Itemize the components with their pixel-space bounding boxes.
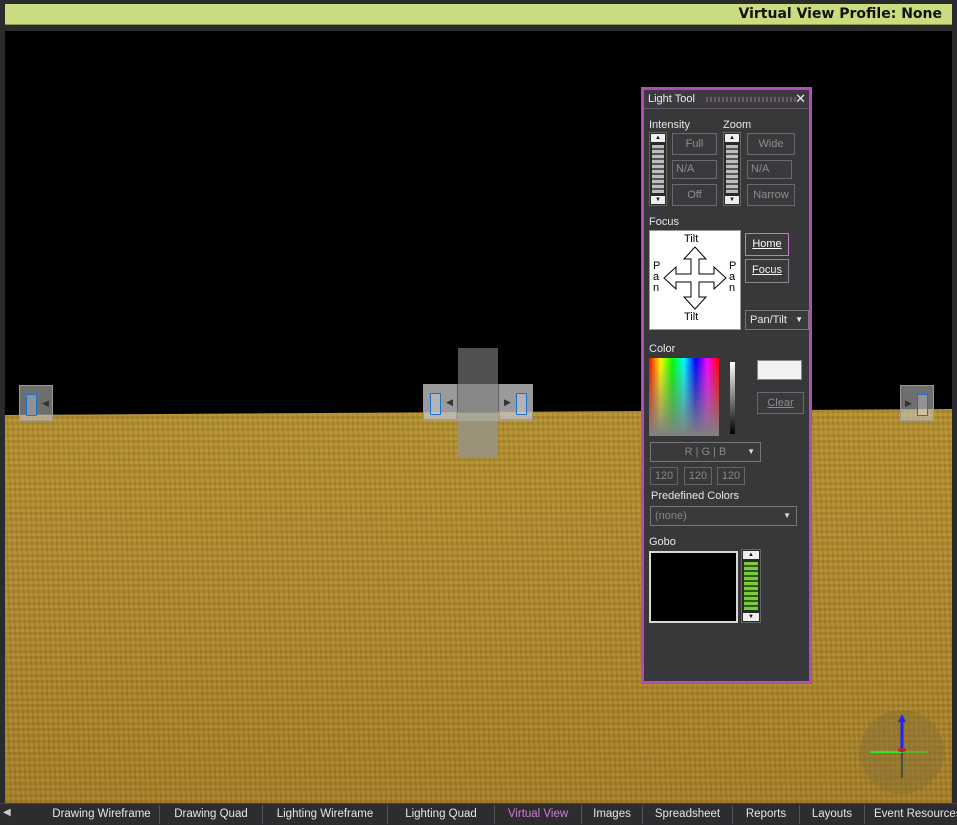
- pan-right-label: Pan: [729, 260, 737, 294]
- zoom-value-field[interactable]: N/A: [747, 160, 792, 179]
- light-tool-panel[interactable]: Light Tool ✕ Intensity ▲ ▼ Full N/A Off …: [641, 87, 812, 684]
- slider-down-icon[interactable]: ▼: [743, 613, 759, 621]
- clear-button[interactable]: Clear: [757, 392, 804, 414]
- zoom-narrow-button[interactable]: Narrow: [747, 184, 795, 206]
- focus-pad[interactable]: Tilt Tilt Pan Pan: [649, 230, 741, 330]
- tilt-top-label: Tilt: [684, 233, 699, 245]
- tab-reports[interactable]: Reports: [733, 805, 800, 824]
- right-wall-widget[interactable]: ▶: [900, 385, 934, 421]
- slider-track[interactable]: [744, 562, 758, 610]
- intensity-value-field[interactable]: N/A: [672, 160, 717, 179]
- focus-button[interactable]: Focus: [745, 259, 789, 283]
- intensity-slider[interactable]: ▲ ▼: [649, 132, 667, 206]
- chevron-down-icon: ▼: [795, 315, 803, 324]
- tab-drawing-quad[interactable]: Drawing Quad: [160, 805, 263, 824]
- tab-event-resources[interactable]: Event Resources: [865, 805, 957, 824]
- light-fixture-icon: [516, 393, 527, 415]
- arrow-left-icon: ◀: [446, 397, 453, 407]
- tilt-bottom-label: Tilt: [684, 311, 699, 323]
- light-tool-titlebar[interactable]: Light Tool ✕: [644, 90, 809, 109]
- arrow-right-icon: ▶: [905, 398, 912, 408]
- virtual-view-profile-bar: Virtual View Profile: None: [5, 4, 952, 25]
- arrow-right-icon: ▶: [504, 397, 511, 407]
- tab-images[interactable]: Images: [582, 805, 643, 824]
- tab-spreadsheet[interactable]: Spreadsheet: [643, 805, 733, 824]
- zoom-label: Zoom: [723, 119, 752, 131]
- four-way-arrow-icon[interactable]: [662, 245, 728, 311]
- light-fixture-icon: [917, 394, 928, 416]
- slider-up-icon[interactable]: ▲: [743, 551, 759, 559]
- intensity-label: Intensity: [649, 119, 690, 131]
- axis-gizmo-icon: [870, 714, 928, 778]
- axis-gizmo[interactable]: [860, 710, 944, 794]
- slider-down-icon[interactable]: ▼: [725, 196, 739, 204]
- intensity-off-button[interactable]: Off: [672, 184, 717, 206]
- tab-lighting-quad[interactable]: Lighting Quad: [388, 805, 495, 824]
- pan-tilt-select[interactable]: Pan/Tilt ▼: [745, 310, 809, 330]
- center-left-widget[interactable]: ◀: [423, 384, 457, 420]
- profile-label: Virtual View Profile: None: [738, 6, 943, 22]
- tab-lighting-wireframe[interactable]: Lighting Wireframe: [263, 805, 388, 824]
- slider-up-icon[interactable]: ▲: [651, 134, 665, 142]
- chevron-down-icon: ▼: [783, 511, 791, 520]
- center-right-widget[interactable]: ▶: [499, 384, 533, 420]
- color-swatch: [757, 360, 802, 380]
- close-icon[interactable]: ✕: [795, 91, 806, 107]
- green-value-field[interactable]: 120: [684, 467, 712, 485]
- gobo-label: Gobo: [649, 536, 676, 548]
- red-value-field[interactable]: 120: [650, 467, 678, 485]
- chevron-down-icon: ▼: [747, 447, 755, 456]
- tab-virtual-view[interactable]: Virtual View: [495, 805, 582, 824]
- zoom-wide-button[interactable]: Wide: [747, 133, 795, 155]
- focus-label: Focus: [649, 216, 679, 228]
- predefined-colors-select[interactable]: (none) ▼: [650, 506, 797, 526]
- slider-down-icon[interactable]: ▼: [651, 196, 665, 204]
- intensity-full-button[interactable]: Full: [672, 133, 717, 155]
- light-fixture-icon: [430, 393, 441, 415]
- pan-left-label: Pan: [653, 260, 661, 294]
- left-wall-widget[interactable]: ◀: [19, 385, 53, 421]
- color-mode-select[interactable]: R | G | B ▼: [650, 442, 761, 462]
- predefined-colors-label: Predefined Colors: [651, 490, 740, 502]
- color-label: Color: [649, 343, 676, 355]
- blue-value-field[interactable]: 120: [717, 467, 745, 485]
- scroll-left-icon[interactable]: ◀: [3, 807, 11, 818]
- slider-track[interactable]: [726, 145, 738, 193]
- arrow-left-icon: ◀: [42, 398, 49, 408]
- light-fixture-icon: [26, 394, 37, 416]
- gobo-slider[interactable]: ▲ ▼: [741, 549, 761, 623]
- tab-drawing-wireframe[interactable]: Drawing Wireframe: [44, 805, 160, 824]
- home-button[interactable]: Home: [745, 233, 789, 256]
- gobo-preview[interactable]: [649, 551, 738, 623]
- zoom-slider[interactable]: ▲ ▼: [723, 132, 741, 206]
- tab-layouts[interactable]: Layouts: [800, 805, 865, 824]
- view-tab-bar: ◀ Drawing Wireframe Drawing Quad Lightin…: [0, 803, 957, 825]
- slider-track[interactable]: [652, 145, 664, 193]
- color-spectrum[interactable]: [649, 358, 719, 436]
- light-tool-title: Light Tool: [648, 93, 695, 105]
- drag-grip[interactable]: [706, 97, 796, 102]
- slider-up-icon[interactable]: ▲: [725, 134, 739, 142]
- brightness-bar[interactable]: [730, 362, 735, 434]
